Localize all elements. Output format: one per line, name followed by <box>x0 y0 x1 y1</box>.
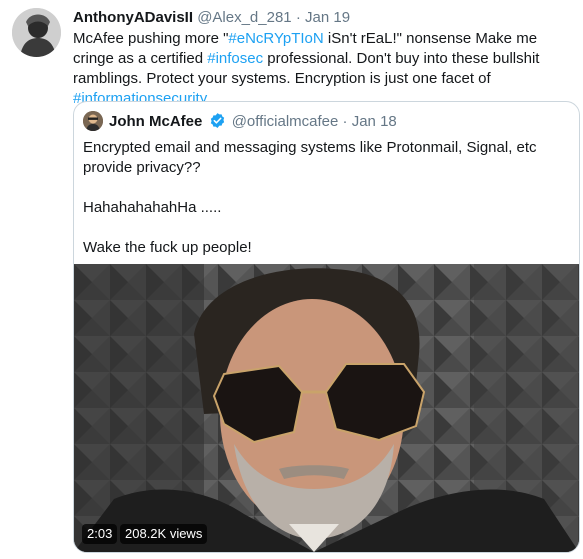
tweet-header: AnthonyADavisII @Alex_d_281 · Jan 19 <box>73 8 350 28</box>
quoted-tweet-text: Encrypted email and messaging systems li… <box>83 138 563 258</box>
quoted-paragraph: Wake the fuck up people! <box>83 239 252 256</box>
quoted-author-avatar[interactable] <box>83 111 103 131</box>
tweet-text-segment: McAfee pushing more " <box>73 30 229 47</box>
video-player[interactable]: 2:03 208.2K views <box>74 264 579 552</box>
quoted-paragraph: Encrypted email and messaging systems li… <box>83 139 537 176</box>
video-thumbnail <box>74 264 579 552</box>
quoted-tweet-card[interactable]: John McAfee @officialmcafee · Jan 18 Enc… <box>73 101 580 553</box>
quoted-date[interactable]: Jan 18 <box>352 113 397 130</box>
tweet-date[interactable]: Jan 19 <box>305 9 350 26</box>
quoted-handle[interactable]: @officialmcafee <box>232 113 339 130</box>
quoted-paragraph: HahahahahahHa ..... <box>83 199 222 216</box>
quoted-display-name[interactable]: John McAfee <box>109 113 202 130</box>
video-duration-badge: 2:03 <box>82 524 118 544</box>
author-display-name[interactable]: AnthonyADavisII <box>73 9 193 26</box>
video-views-badge: 208.2K views <box>120 524 208 544</box>
tweet-text: McAfee pushing more "#eNcRYpTIoN iSn't r… <box>73 29 573 109</box>
quoted-tweet-header: John McAfee @officialmcafee · Jan 18 <box>109 112 397 132</box>
quoted-header-separator: · <box>342 113 348 130</box>
author-avatar[interactable] <box>12 8 61 57</box>
hashtag-link[interactable]: #eNcRYpTIoN <box>228 30 323 47</box>
header-separator: · <box>295 9 301 26</box>
hashtag-link[interactable]: #infosec <box>207 50 263 67</box>
verified-badge-icon <box>209 112 226 129</box>
tweet: AnthonyADavisII @Alex_d_281 · Jan 19 McA… <box>0 0 583 559</box>
author-handle[interactable]: @Alex_d_281 <box>197 9 291 26</box>
